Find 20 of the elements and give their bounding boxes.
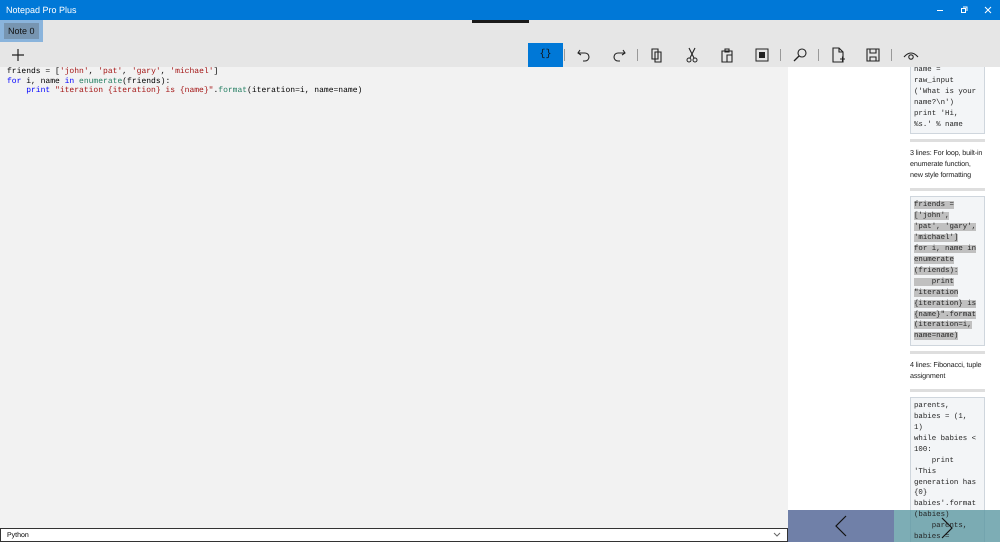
new-file-icon — [830, 46, 846, 62]
drag-handle[interactable] — [472, 20, 529, 23]
search-icon — [792, 46, 808, 62]
save-icon — [864, 46, 880, 62]
code-button[interactable]: {} — [528, 42, 563, 66]
add-icon[interactable] — [11, 48, 25, 62]
code-line: friends = ['john', 'pat', 'gary', 'michael'] — [7, 67, 220, 76]
paste-icon — [718, 46, 734, 62]
close-icon[interactable] — [984, 6, 992, 14]
code-line: print "iteration {iteration} is {name}".format(iteration=i, name=name) — [25, 86, 364, 96]
cut-icon — [684, 46, 700, 62]
code-line: for i, name in enumerate(friends): — [7, 76, 172, 86]
chevron-down-icon — [773, 532, 781, 538]
copy-icon — [648, 46, 664, 62]
select-all-icon — [754, 46, 770, 62]
note-tab[interactable]: Note 0 — [0, 20, 43, 42]
next-button[interactable] — [894, 510, 1000, 542]
chevron-left-icon — [835, 515, 847, 537]
window-title: Notepad Pro Plus — [6, 5, 78, 15]
restore-icon[interactable] — [960, 6, 968, 14]
